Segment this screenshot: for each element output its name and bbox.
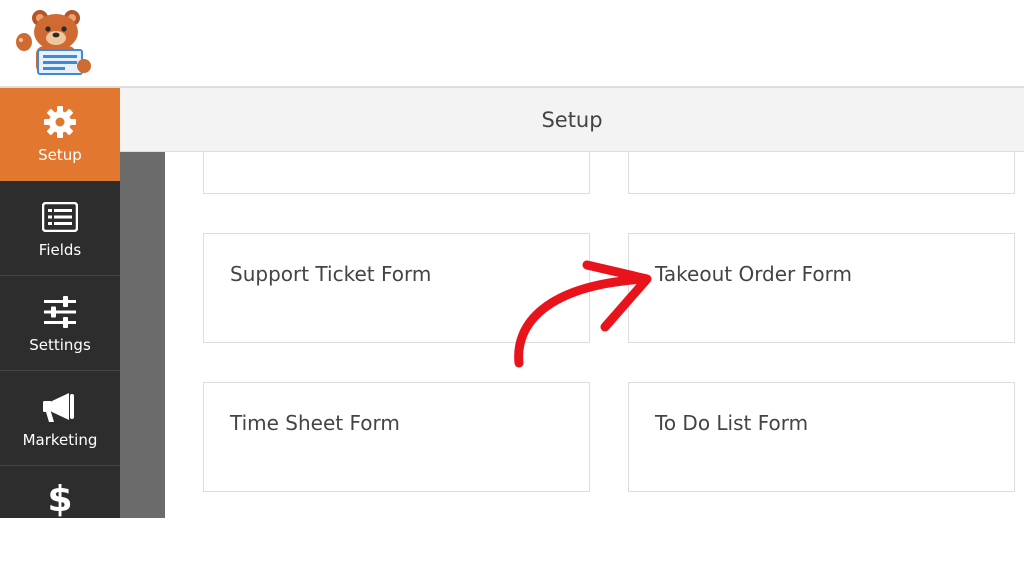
template-card[interactable] <box>203 152 590 194</box>
top-bar <box>0 0 1024 88</box>
sidebar-item-settings[interactable]: Settings <box>0 278 120 371</box>
template-card[interactable] <box>628 152 1015 194</box>
template-card-to-do-list[interactable]: To Do List Form <box>628 382 1015 492</box>
builder-sidebar: Setup Fields Settings Marketing $ <box>0 88 120 518</box>
template-card-title: Takeout Order Form <box>655 262 853 286</box>
template-grid: Support Ticket Form Takeout Order Form T… <box>165 152 1024 518</box>
sliders-icon <box>44 296 76 328</box>
template-card-title: Time Sheet Form <box>230 411 400 435</box>
template-card-takeout-order[interactable]: Takeout Order Form <box>628 233 1015 343</box>
sidebar-item-label: Fields <box>38 241 82 259</box>
fields-list-icon <box>42 202 78 232</box>
panel-gutter <box>120 152 165 518</box>
template-card-title: To Do List Form <box>655 411 809 435</box>
sidebar-item-payments[interactable]: $ <box>0 468 120 561</box>
template-card-title: Support Ticket Form <box>230 262 432 286</box>
template-card-support-ticket[interactable]: Support Ticket Form <box>203 233 590 343</box>
sidebar-item-marketing[interactable]: Marketing <box>0 373 120 466</box>
wpforms-bear-mascot-icon <box>16 10 91 75</box>
template-card-time-sheet[interactable]: Time Sheet Form <box>203 382 590 492</box>
setup-header: Setup <box>120 88 1024 152</box>
page-title: Setup <box>541 108 603 132</box>
sidebar-item-label: Setup <box>38 146 82 164</box>
sidebar-item-label: Marketing <box>22 431 98 449</box>
sidebar-item-fields[interactable]: Fields <box>0 183 120 276</box>
sidebar-item-label: Settings <box>29 336 91 354</box>
dollar-icon: $ <box>47 479 73 520</box>
gear-icon <box>44 106 76 138</box>
sidebar-item-setup[interactable]: Setup <box>0 88 120 181</box>
megaphone-icon <box>43 393 74 422</box>
